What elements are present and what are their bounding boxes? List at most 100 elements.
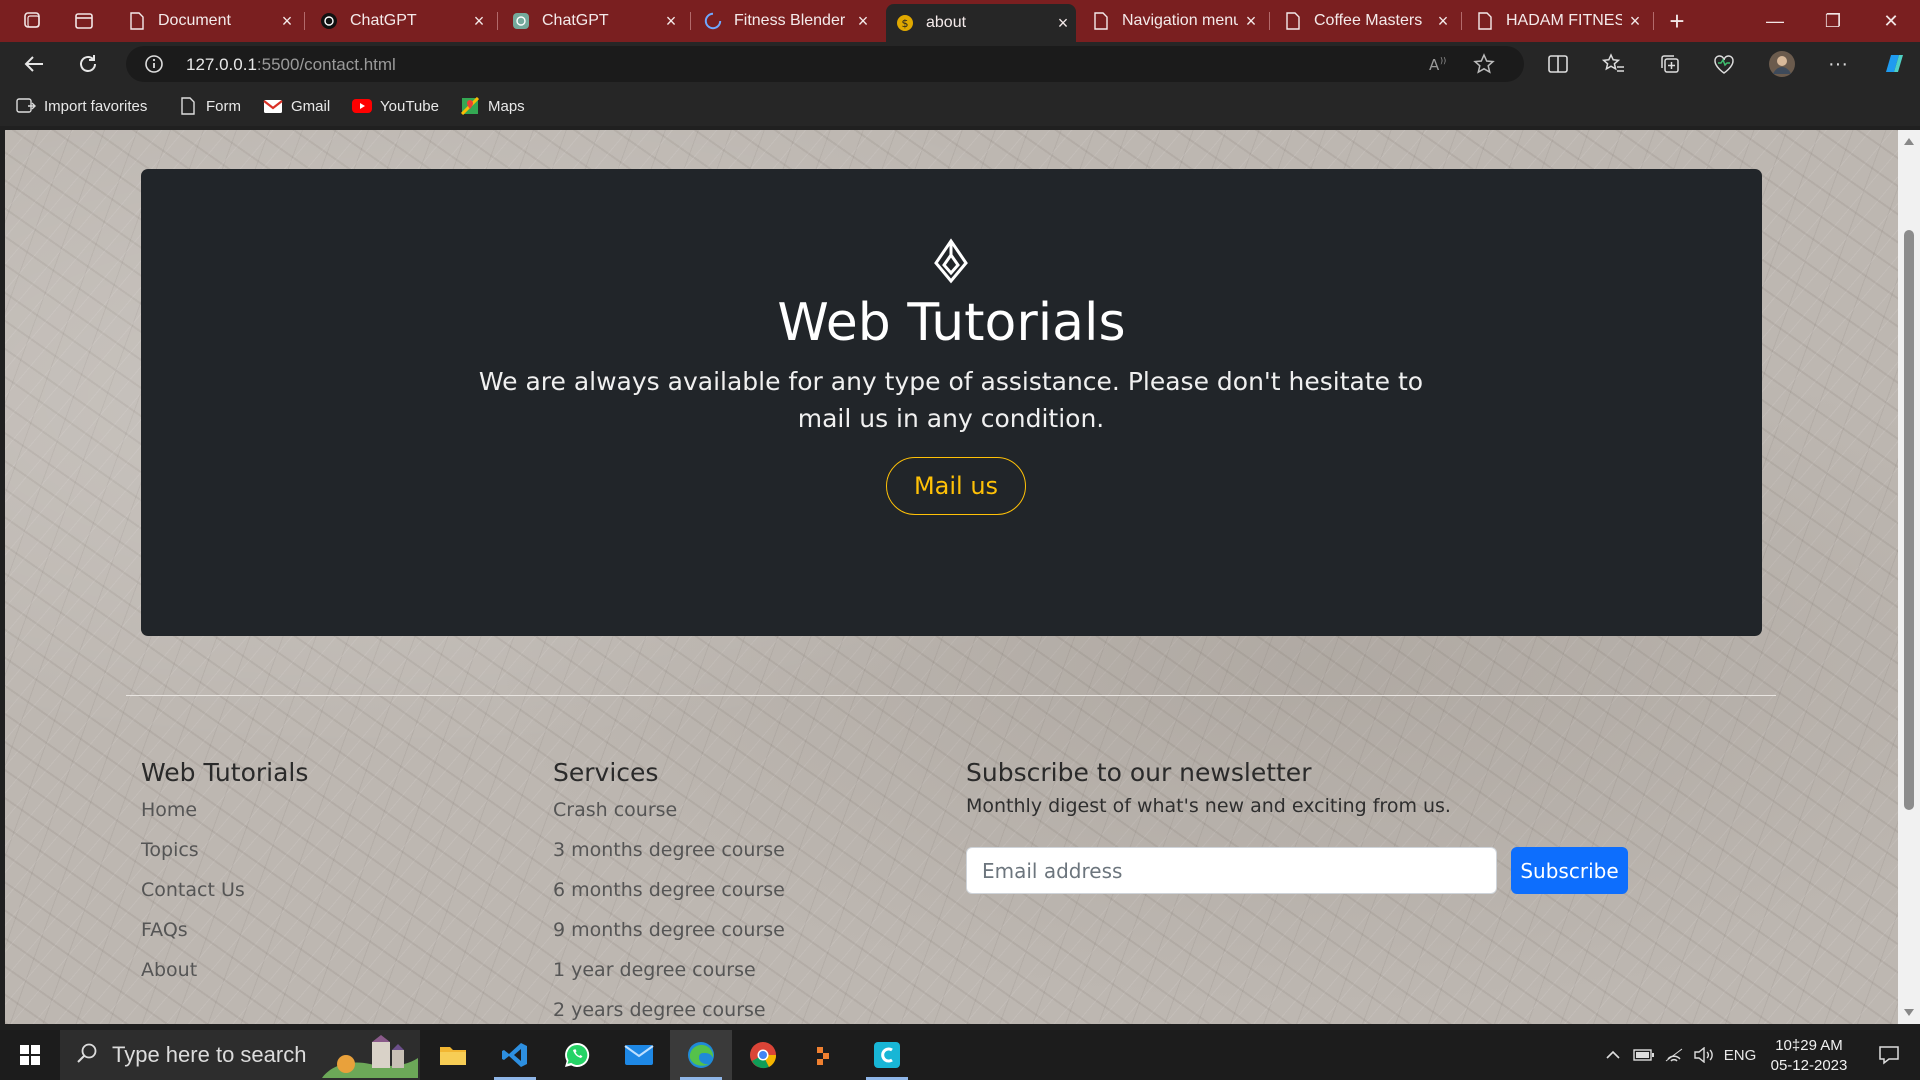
scroll-down-icon[interactable] [1904,1009,1914,1016]
tab-coffee-masters[interactable]: Coffee Masters × [1274,4,1456,38]
footer-link-contact[interactable]: Contact Us [141,875,308,915]
footer-column-brand: Web Tutorials Home Topics Contact Us FAQ… [141,758,308,995]
browser-essentials-icon[interactable] [1706,48,1742,80]
favorite-youtube[interactable]: YouTube [352,95,439,117]
footer-link-faqs[interactable]: FAQs [141,915,308,955]
footer-link-service[interactable]: 3 months degree course [553,835,785,875]
subscribe-button[interactable]: Subscribe [1511,847,1628,894]
close-icon[interactable]: × [1238,11,1264,32]
favorite-import[interactable]: Import favorites [16,95,147,117]
taskbar-clock[interactable]: 10‡29 AM 05-12-2023 [1756,1036,1862,1076]
close-icon[interactable]: × [1050,13,1076,34]
tab-chatgpt-2[interactable]: ChatGPT × [502,4,684,38]
mail-us-button[interactable]: Mail us [886,457,1026,515]
chatgpt-icon [320,12,338,30]
windows-start-icon[interactable] [0,1030,60,1080]
favorites-icon[interactable] [1596,48,1632,80]
tab-title: Document [158,12,231,29]
language-indicator[interactable]: ENG [1722,1030,1758,1080]
copilot-icon[interactable] [1876,48,1912,80]
address-bar[interactable]: 127.0.0.1:5500/contact.html A)) [126,46,1524,82]
logo-icon [934,238,968,284]
edge-icon[interactable] [670,1030,732,1080]
split-screen-icon[interactable] [1540,48,1576,80]
page-scrollbar[interactable] [1898,130,1920,1024]
search-highlight-icon [322,1035,418,1078]
close-icon[interactable]: × [1622,11,1648,32]
close-icon[interactable]: × [850,11,876,32]
scrollbar-thumb[interactable] [1904,230,1914,810]
tab-about[interactable]: $ about × [886,4,1076,42]
whatsapp-icon[interactable] [546,1030,608,1080]
chrome-icon[interactable] [732,1030,794,1080]
close-icon[interactable]: × [466,11,492,32]
site-info-icon[interactable] [144,54,164,79]
file-explorer-icon[interactable] [422,1030,484,1080]
footer-link-service[interactable]: Crash course [553,795,785,835]
footer-heading: Web Tutorials [141,758,309,787]
avatar[interactable] [1764,48,1800,80]
newsletter-section: Subscribe to our newsletter Monthly dige… [966,758,1451,817]
battery-icon[interactable] [1630,1030,1658,1080]
restore-icon[interactable]: ❐ [1804,0,1862,42]
page-viewport: Web Tutorials We are always available fo… [5,130,1898,1024]
svg-text:$: $ [902,17,909,30]
footer-heading: Services [553,758,659,787]
canva-icon[interactable] [856,1030,918,1080]
taskbar-search-box[interactable]: Type here to search [60,1030,420,1080]
tab-actions-icon[interactable] [58,0,110,42]
read-aloud-icon[interactable]: A)) [1420,48,1456,80]
favorite-form[interactable]: Form [178,95,241,117]
more-options-icon[interactable]: ··· [1820,48,1856,80]
favorite-label: Gmail [291,97,331,115]
browser-tab-bar: Document × ChatGPT × ChatGPT × Fitness B… [0,0,1920,42]
dollar-icon: $ [896,14,914,32]
back-icon[interactable] [16,48,52,80]
volume-icon[interactable] [1690,1030,1718,1080]
tab-fitness-blender[interactable]: Fitness Blender × [694,4,876,38]
clock-date: 05-12-2023 [1770,1057,1848,1074]
favorite-star-icon[interactable] [1466,48,1502,80]
mail-icon[interactable] [608,1030,670,1080]
minimize-icon[interactable]: — [1746,0,1804,42]
app-icon[interactable] [794,1030,856,1080]
footer-divider [126,695,1776,696]
scroll-up-icon[interactable] [1904,138,1914,145]
wifi-icon[interactable] [1660,1030,1688,1080]
svg-text:A: A [1429,56,1440,74]
footer-link-about[interactable]: About [141,955,308,995]
collections-icon[interactable] [1652,48,1688,80]
footer-link-service[interactable]: 1 year degree course [553,955,785,995]
maps-icon [460,96,480,116]
close-icon[interactable]: × [1430,11,1456,32]
refresh-icon[interactable] [70,48,106,80]
email-field[interactable] [966,847,1497,894]
vscode-icon[interactable] [484,1030,546,1080]
footer-link-service[interactable]: 9 months degree course [553,915,785,955]
notifications-icon[interactable] [1864,1030,1914,1080]
close-window-icon[interactable]: ✕ [1862,0,1920,42]
page-icon [128,12,146,30]
workspaces-icon[interactable] [6,0,58,42]
tab-navigation-menu[interactable]: Navigation menu × [1082,4,1264,38]
chevron-up-icon[interactable] [1600,1030,1626,1080]
close-icon[interactable]: × [658,11,684,32]
url-text[interactable]: 127.0.0.1:5500/contact.html [186,55,396,75]
new-tab-button[interactable]: + [1651,0,1703,42]
favorite-gmail[interactable]: Gmail [263,95,330,117]
favorite-maps[interactable]: Maps [460,95,525,117]
close-icon[interactable]: × [274,11,300,32]
tab-title: Navigation menu [1122,12,1238,29]
tab-chatgpt[interactable]: ChatGPT × [310,4,492,38]
tab-document[interactable]: Document × [118,4,300,38]
footer-link-service[interactable]: 2 years degree course [553,995,785,1024]
footer-link-service[interactable]: 6 months degree course [553,875,785,915]
footer-column-services: Services Crash course 3 months degree co… [553,758,785,1024]
footer-link-topics[interactable]: Topics [141,835,308,875]
page-icon [1476,12,1494,30]
hero-card: Web Tutorials We are always available fo… [141,169,1762,636]
favorite-label: Form [206,97,241,115]
tab-title: Coffee Masters [1314,12,1423,29]
footer-link-home[interactable]: Home [141,795,308,835]
tab-hadam-fitness[interactable]: HADAM FITNESS × [1466,4,1648,38]
